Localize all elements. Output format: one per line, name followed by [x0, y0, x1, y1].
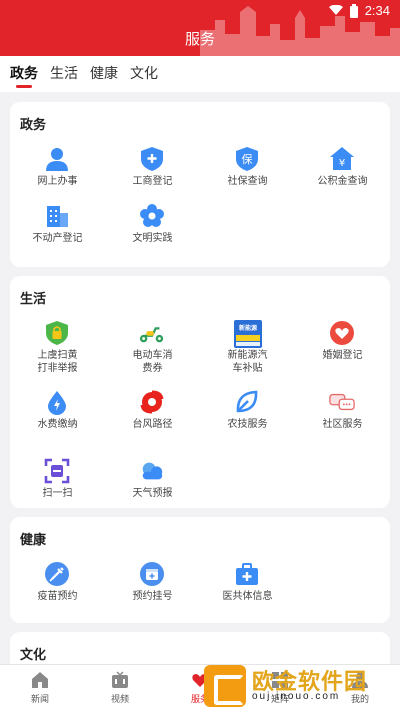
service-item[interactable]: 天气预报 [105, 452, 200, 521]
service-label: 不动产登记 [32, 233, 83, 244]
heart-icon [329, 320, 355, 346]
bottom-nav: 新闻 视频 服务 矩阵 我的 [0, 664, 400, 711]
service-item[interactable]: 预约挂号 [105, 555, 200, 612]
syringe-icon [44, 561, 70, 587]
service-item[interactable]: 上虞扫黄 打非举报 [10, 314, 105, 383]
home-icon [32, 672, 48, 688]
service-label: 新能源汽 车补贴 [227, 350, 268, 374]
svg-text:保: 保 [242, 152, 253, 166]
service-label: 台风路径 [132, 419, 173, 430]
flower-icon [139, 203, 165, 229]
service-label: 水费缴纳 [37, 419, 78, 430]
scooter-icon [139, 320, 165, 346]
service-item[interactable]: 电动车消 费券 [105, 314, 200, 383]
service-label: 文明实践 [132, 233, 173, 244]
nav-label: 服务 [190, 695, 209, 705]
section-title: 健康 [20, 533, 47, 548]
tv-icon [112, 671, 128, 688]
wifi-icon [328, 5, 343, 15]
service-item[interactable]: 文明实践 [105, 197, 200, 254]
person-icon [44, 146, 70, 172]
service-label: 医共体信息 [222, 591, 273, 602]
status-time: 2:34 [364, 3, 390, 18]
section-title: 文化 [20, 648, 47, 663]
grid-icon [272, 672, 288, 688]
calendar-plus-icon [139, 561, 165, 587]
tab-gov[interactable]: 政务 [10, 56, 38, 92]
service-grid: 疫苗预约 预约挂号 医共体信息 [10, 555, 390, 612]
status-bar: 2:34 [328, 3, 390, 18]
cloud-icon [139, 458, 165, 484]
service-label: 上虞扫黄 打非举报 [37, 350, 78, 374]
category-tabs: 政务 生活 健康 文化 [0, 56, 400, 92]
nav-news[interactable]: 新闻 [0, 665, 80, 711]
shield-plus-icon [139, 146, 165, 172]
nav-service[interactable]: 服务 [160, 665, 240, 711]
page-title: 服务 [184, 30, 215, 48]
new-energy-poster-icon: 新能源 [234, 320, 262, 348]
service-label: 疫苗预约 [37, 591, 78, 602]
nav-label: 我的 [350, 695, 369, 705]
service-label: 农技服务 [227, 419, 268, 430]
svg-text:¥: ¥ [339, 158, 345, 169]
water-drop-icon [44, 389, 70, 415]
nav-label: 视频 [110, 695, 129, 705]
service-item[interactable]: 台风路径 [105, 383, 200, 452]
service-label: 婚姻登记 [322, 350, 363, 361]
nav-mine[interactable]: 我的 [320, 665, 400, 711]
tab-life[interactable]: 生活 [50, 56, 78, 92]
nav-matrix[interactable]: 矩阵 [240, 665, 320, 711]
tab-culture[interactable]: 文化 [130, 56, 158, 92]
scan-icon [44, 458, 70, 484]
building-icon [44, 203, 70, 229]
service-item[interactable]: 保 社保查询 [200, 140, 295, 197]
section-life: 生活 上虞扫黄 打非举报 电动车消 费券 新能源 新能源汽 车补贴 婚姻登记 水… [10, 276, 390, 508]
service-label: 电动车消 费券 [132, 350, 173, 374]
service-label: 预约挂号 [132, 591, 173, 602]
section-title: 生活 [20, 292, 47, 307]
service-item[interactable]: 扫一扫 [10, 452, 105, 521]
tab-health[interactable]: 健康 [90, 56, 118, 92]
service-item[interactable]: 网上办事 [10, 140, 105, 197]
service-label: 社区服务 [322, 419, 363, 430]
battery-icon [349, 3, 358, 18]
service-label: 扫一扫 [42, 488, 73, 499]
service-item[interactable]: 社区服务 [295, 383, 390, 452]
service-label: 天气预报 [132, 488, 173, 499]
service-label: 公积金查询 [317, 176, 368, 187]
service-grid: 网上办事 工商登记 保 社保查询 ¥ 公积金查询 不动产登记 文明实践 [10, 140, 390, 254]
header-bar: 2:34 服务 [0, 0, 400, 56]
service-item[interactable]: 农技服务 [200, 383, 295, 452]
service-item[interactable]: 工商登记 [105, 140, 200, 197]
service-label: 网上办事 [37, 176, 78, 187]
service-label: 社保查询 [227, 176, 268, 187]
leaf-icon [234, 389, 260, 415]
user-icon [352, 672, 368, 688]
service-item[interactable]: ¥ 公积金查询 [295, 140, 390, 197]
medkit-icon [234, 561, 260, 587]
service-item[interactable]: 不动产登记 [10, 197, 105, 254]
service-item[interactable]: 新能源 新能源汽 车补贴 [200, 314, 295, 383]
service-item[interactable]: 婚姻登记 [295, 314, 390, 383]
nav-label: 矩阵 [270, 695, 289, 705]
nav-video[interactable]: 视频 [80, 665, 160, 711]
section-title: 政务 [20, 118, 47, 133]
heart-nav-icon [192, 674, 208, 687]
service-label: 工商登记 [132, 176, 173, 187]
section-gov: 政务 网上办事 工商登记 保 社保查询 ¥ 公积金查询 不动产登记 文明实践 [10, 102, 390, 267]
nav-label: 新闻 [30, 695, 49, 705]
service-grid: 上虞扫黄 打非举报 电动车消 费券 新能源 新能源汽 车补贴 婚姻登记 水费缴纳… [10, 314, 390, 521]
service-item[interactable]: 医共体信息 [200, 555, 295, 612]
poster-text: 新能源 [238, 325, 257, 332]
chat-bubbles-icon [329, 389, 355, 415]
service-item[interactable]: 水费缴纳 [10, 383, 105, 452]
lock-shield-icon [44, 320, 70, 346]
section-health: 健康 疫苗预约 预约挂号 医共体信息 [10, 517, 390, 623]
house-yen-icon: ¥ [329, 146, 355, 172]
typhoon-icon [139, 389, 165, 415]
service-item[interactable]: 疫苗预约 [10, 555, 105, 612]
shield-bao-icon: 保 [234, 146, 260, 172]
